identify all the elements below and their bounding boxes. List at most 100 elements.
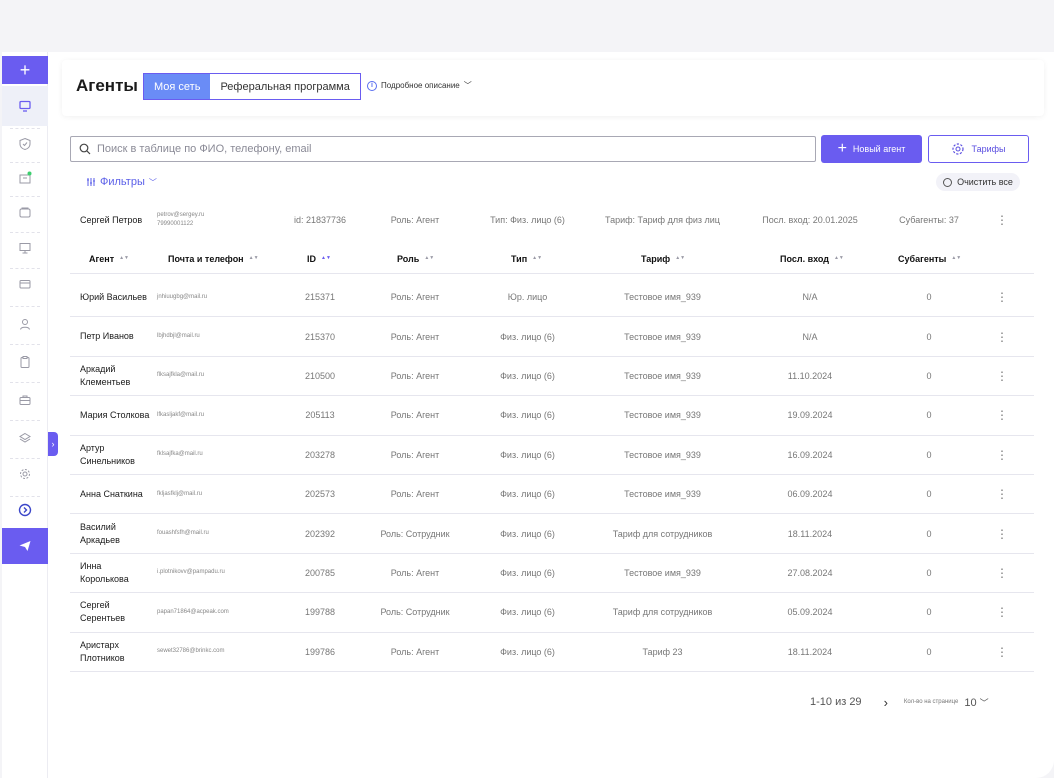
agent-tariff: Тестовое имя_939: [624, 370, 701, 381]
plus-icon[interactable]: +: [2, 56, 48, 84]
column-header-role[interactable]: Роль ▲▼: [397, 244, 434, 273]
table-row[interactable]: Аристарх Плотников sewet32786@brinkc.com…: [70, 633, 1034, 672]
clear-all-button[interactable]: Очистить все: [936, 173, 1020, 191]
wallet-icon[interactable]: [2, 192, 48, 232]
tariffs-button[interactable]: Тарифы: [928, 135, 1029, 163]
agent-name[interactable]: Василий Аркадьев: [80, 514, 150, 552]
agent-name[interactable]: Артур Синельников: [80, 436, 150, 474]
table-row[interactable]: Юрий Васильев jnhiuugbg@mail.ru 215371 Р…: [70, 278, 1034, 318]
table-row[interactable]: Мария Столкова lfkasljakf@mail.ru 205113…: [70, 396, 1034, 436]
send-icon[interactable]: [2, 528, 48, 564]
more-menu-icon[interactable]: ⋮: [990, 436, 1014, 474]
table-body: Юрий Васильев jnhiuugbg@mail.ru 215371 Р…: [70, 278, 1034, 672]
more-menu-icon[interactable]: ⋮: [990, 514, 1014, 552]
column-header-contacts[interactable]: Почта и телефон ▲▼: [168, 244, 259, 273]
column-header-last-login[interactable]: Посл. вход ▲▼: [780, 244, 844, 273]
screen-icon[interactable]: [2, 228, 48, 268]
agent-subagents: 0: [926, 410, 932, 421]
column-header-subagents[interactable]: Субагенты ▲▼: [898, 244, 961, 273]
sort-icon: ▲▼: [532, 255, 543, 261]
agent-id: 215370: [304, 331, 336, 342]
table-row[interactable]: Артур Синельников fklsajfka@mail.ru 2032…: [70, 436, 1034, 475]
more-menu-icon[interactable]: ⋮: [990, 396, 1014, 434]
layers-icon[interactable]: [2, 418, 48, 458]
more-menu-icon[interactable]: ⋮: [990, 357, 1014, 395]
tab-referral-program[interactable]: Реферальная программа: [210, 74, 360, 99]
column-header-type[interactable]: Тип ▲▼: [511, 244, 542, 273]
agent-role: Роль: Агент: [390, 410, 440, 421]
search-field[interactable]: [70, 136, 816, 162]
agent-last-login: 11.10.2024: [787, 370, 833, 381]
agent-subagents: 0: [926, 646, 932, 657]
agent-type: Физ. лицо (6): [500, 567, 555, 578]
chevron-right-icon[interactable]: ›: [884, 695, 888, 710]
summary-phone: 79990001122: [157, 221, 194, 227]
agent-role: Роль: Агент: [390, 646, 440, 657]
agent-type: Физ. лицо (6): [500, 370, 555, 381]
gear-icon[interactable]: [2, 454, 48, 494]
agent-subagents: 0: [926, 528, 932, 539]
summary-email: petrov@sergey.ru: [157, 212, 205, 218]
more-menu-icon[interactable]: ⋮: [990, 593, 1014, 631]
search-input[interactable]: [97, 143, 797, 155]
agent-name[interactable]: Инна Королькова: [80, 554, 150, 592]
agent-last-login: 27.08.2024: [787, 567, 833, 578]
arrow-circle-icon[interactable]: [2, 490, 48, 530]
more-menu-icon[interactable]: ⋮: [990, 633, 1014, 671]
more-menu-icon[interactable]: ⋮: [990, 317, 1014, 355]
agent-subagents: 0: [926, 607, 932, 618]
agent-name[interactable]: Аристарх Плотников: [80, 633, 150, 671]
agent-subagents: 0: [926, 331, 932, 342]
clear-all-label: Очистить все: [957, 177, 1013, 187]
more-menu-icon[interactable]: ⋮: [990, 204, 1014, 236]
card-icon[interactable]: [2, 264, 48, 304]
agent-name[interactable]: Анна Снаткина: [80, 475, 150, 513]
agent-name[interactable]: Юрий Васильев: [80, 278, 150, 316]
sort-icon: ▲▼: [675, 255, 686, 261]
agent-tariff: Тестовое имя_939: [624, 331, 701, 342]
sidebar-toggle-button[interactable]: ›: [48, 432, 58, 456]
agent-email: sewet32786@brinkc.com: [157, 648, 225, 655]
summary-role: Роль: Агент: [390, 215, 440, 225]
column-header-tariff[interactable]: Тариф ▲▼: [641, 244, 685, 273]
user-icon[interactable]: [2, 304, 48, 344]
agent-role: Роль: Агент: [390, 292, 440, 303]
briefcase-icon[interactable]: [2, 380, 48, 420]
new-agent-button[interactable]: + Новый агент: [821, 135, 922, 163]
table-row[interactable]: Сергей Серентьев papan71864@acpeak.com 1…: [70, 593, 1034, 633]
agent-email: jnhiuugbg@mail.ru: [157, 293, 208, 300]
description-link[interactable]: i Подробное описание ﹀: [367, 80, 472, 91]
agent-name[interactable]: Аркадий Клементьев: [80, 357, 150, 395]
filters-button[interactable]: Фильтры ﹀: [86, 176, 157, 188]
column-header-label: Тариф: [641, 253, 671, 264]
table-row[interactable]: Петр Иванов lbjhdbjl@mail.ru 215370 Роль…: [70, 317, 1034, 357]
more-menu-icon[interactable]: ⋮: [990, 554, 1014, 592]
more-menu-icon[interactable]: ⋮: [990, 278, 1014, 316]
per-page-value: 10: [964, 696, 977, 709]
clear-circle-icon: [943, 177, 953, 187]
agent-name[interactable]: Петр Иванов: [80, 317, 150, 355]
more-menu-icon[interactable]: ⋮: [990, 475, 1014, 513]
agent-name[interactable]: Сергей Серентьев: [80, 593, 150, 631]
agent-role: Роль: Агент: [390, 449, 440, 460]
agent-email: flksajfkla@mail.ru: [157, 372, 205, 379]
table-row[interactable]: Василий Аркадьев fouashfsfh@mail.ru 2023…: [70, 514, 1034, 554]
monitor-icon[interactable]: [2, 86, 48, 126]
table-row[interactable]: Инна Королькова i.plotnikovv@pampadu.ru …: [70, 554, 1034, 594]
agent-id: 203278: [304, 449, 336, 460]
column-header-id[interactable]: ID ▲▼: [307, 244, 331, 273]
chevron-down-icon: ﹀: [979, 697, 989, 708]
clipboard-icon[interactable]: [2, 342, 48, 382]
agent-tariff: Тестовое имя_939: [624, 567, 701, 578]
column-header-label: Почта и телефон: [168, 253, 244, 264]
tab-my-network[interactable]: Моя сеть: [144, 74, 211, 99]
column-header-agent[interactable]: Агент ▲▼: [89, 244, 129, 273]
per-page-select[interactable]: 10 ﹀: [964, 696, 988, 709]
agent-tariff: Тариф для сотрудников: [612, 607, 713, 618]
table-row[interactable]: Аркадий Клементьев flksajfkla@mail.ru 21…: [70, 357, 1034, 397]
table-row[interactable]: Анна Снаткина fkljasfklj@mail.ru 202573 …: [70, 475, 1034, 515]
agent-role: Роль: Сотрудник: [380, 528, 450, 539]
agent-name[interactable]: Мария Столкова: [80, 396, 150, 434]
sort-icon: ▲▼: [833, 255, 844, 261]
agent-role: Роль: Сотрудник: [380, 607, 450, 618]
